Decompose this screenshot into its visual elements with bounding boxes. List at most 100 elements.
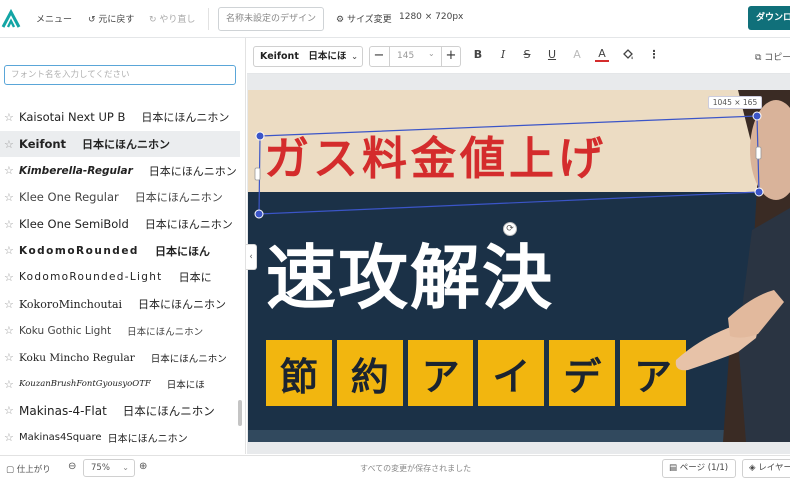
font-name: Koku Mincho Regular — [19, 351, 135, 364]
menu-button[interactable]: メニュー — [36, 12, 72, 25]
font-size-input[interactable]: 145 — [397, 51, 414, 61]
font-color-icon[interactable]: A — [595, 46, 609, 62]
selection-box[interactable] — [254, 111, 764, 219]
star-icon[interactable]: ☆ — [4, 191, 16, 204]
font-list-item[interactable]: ☆ Koku Gothic Light 日本にほんニホン — [0, 318, 240, 345]
font-size-stepper: − 145 ⌄ + — [369, 46, 461, 67]
font-sample: 日本にほんニホン — [82, 138, 171, 152]
font-name: Klee One Regular — [19, 190, 119, 205]
logo-icon[interactable] — [0, 8, 22, 30]
font-sample: 日本にほんニホン — [138, 298, 227, 312]
minus-icon[interactable]: − — [373, 48, 385, 63]
star-icon[interactable]: ☆ — [4, 164, 16, 177]
star-icon[interactable]: ☆ — [4, 298, 16, 311]
tile: デ — [549, 340, 616, 406]
font-name: KodomoRounded — [19, 244, 139, 257]
font-search-input[interactable]: フォント名を入力してください — [4, 65, 236, 85]
underline-icon[interactable]: U — [545, 48, 559, 61]
star-icon[interactable]: ☆ — [4, 271, 16, 284]
strikethrough-icon[interactable]: S — [520, 48, 534, 61]
stepper-divider — [441, 47, 442, 66]
pages-button[interactable]: ▤ ページ (1/1) — [662, 459, 736, 478]
toolbar-divider — [208, 8, 209, 30]
font-list-item[interactable]: ☆ KouzanBrushFontGyousyoOTF 日本にほ — [0, 371, 240, 398]
font-name: Keifont — [19, 137, 67, 152]
redo-button[interactable]: ↻ やり直し — [149, 12, 195, 25]
font-name: Kaisotai Next UP B — [19, 110, 126, 125]
font-list-item[interactable]: ☆ Kaisotai Next UP B 日本にほんニホン — [0, 104, 240, 131]
font-list-item[interactable]: ☆ Makinas-4-Flat 日本にほんニホン — [0, 398, 240, 425]
text-effect-icon[interactable]: A — [570, 48, 584, 61]
font-list-item[interactable]: ☆ KodomoRounded-Light 日本に — [0, 264, 240, 291]
star-icon[interactable]: ☆ — [4, 244, 16, 257]
font-list-item[interactable]: ☆ KodomoRounded 日本にほん — [0, 237, 240, 264]
star-icon[interactable]: ☆ — [4, 378, 16, 391]
chevron-down-icon: ⌄ — [428, 49, 435, 58]
finish-icon: ▢ — [6, 465, 17, 475]
copy-icon: ⧉ — [755, 53, 765, 63]
tile: ア — [407, 340, 474, 406]
font-sample: 日本にほ — [166, 380, 205, 392]
layers-button[interactable]: ◈ レイヤー — [742, 459, 790, 478]
font-list-item[interactable]: ☆ KokoroMinchoutai 日本にほんニホン — [0, 291, 240, 318]
font-family-select[interactable]: Keifont 日本にほ ⌄ — [253, 46, 363, 67]
tile-row[interactable]: 節 約 ア イ デ ア — [266, 340, 686, 406]
star-icon[interactable]: ☆ — [4, 431, 16, 444]
resize-handle[interactable] — [754, 187, 764, 197]
side-handle[interactable] — [254, 167, 261, 181]
font-sample: 日本にほんニホン — [134, 191, 223, 205]
undo-icon: ↺ — [88, 15, 99, 25]
font-list-item[interactable]: ☆ Klee One Regular 日本にほんニホン — [0, 184, 240, 211]
font-list-item-selected[interactable]: ☆ Keifont 日本にほんニホン — [0, 130, 240, 158]
save-status: すべての変更が保存されました — [360, 464, 472, 473]
resize-handle[interactable] — [255, 131, 265, 141]
copy-button[interactable]: ⧉ コピー — [755, 50, 790, 63]
star-icon[interactable]: ☆ — [4, 138, 16, 151]
font-list-item[interactable]: ☆ Klee One SemiBold 日本にほんニホン — [0, 211, 240, 238]
download-button[interactable]: ダウンロ — [748, 6, 790, 30]
star-icon[interactable]: ☆ — [4, 218, 16, 231]
redo-label: やり直し — [159, 15, 196, 25]
plus-icon[interactable]: + — [445, 48, 457, 63]
copy-label: コピー — [764, 53, 790, 63]
zoom-select[interactable]: 75% ⌄ — [83, 459, 135, 477]
scrollbar-thumb[interactable] — [238, 400, 242, 426]
pages-label: ページ — [679, 463, 706, 473]
tile: 約 — [336, 340, 403, 406]
rotate-icon[interactable]: ⟳ — [503, 222, 517, 236]
redo-icon: ↻ — [149, 15, 160, 25]
finish-button[interactable]: ▢ 仕上がり — [6, 463, 51, 475]
font-sample: 日本にほんニホン — [127, 326, 204, 338]
star-icon[interactable]: ☆ — [4, 404, 16, 417]
star-icon[interactable]: ☆ — [4, 351, 16, 364]
font-list-item[interactable]: ☆ Kimberella-Regular 日本にほんニホン — [0, 157, 240, 184]
font-list-item[interactable]: ☆ Makinas4Square 日本にほんニホン — [0, 424, 240, 451]
more-icon[interactable]: ⋮ — [647, 48, 661, 61]
font-list-item[interactable]: ☆ Koku Mincho Regular 日本にほんニホン — [0, 344, 240, 371]
zoom-out-icon[interactable]: ⊖ — [68, 461, 76, 472]
resize-button[interactable]: ⚙ サイズ変更 — [336, 12, 392, 25]
chevron-down-icon: ⌄ — [351, 52, 358, 61]
font-name: Klee One SemiBold — [19, 217, 129, 232]
zoom-in-icon[interactable]: ⊕ — [139, 461, 147, 472]
chevron-down-icon: ⌄ — [122, 463, 129, 472]
chevron-left-icon[interactable]: ‹ — [246, 244, 257, 270]
italic-icon[interactable]: I — [496, 48, 510, 61]
font-name: KodomoRounded-Light — [19, 271, 163, 284]
star-icon[interactable]: ☆ — [4, 111, 16, 124]
resize-handle[interactable] — [752, 111, 762, 121]
selection-size-tag: 1045 × 165 — [708, 96, 762, 109]
tile: イ — [478, 340, 545, 406]
undo-button[interactable]: ↺ 元に戻す — [88, 12, 134, 25]
resize-handle[interactable] — [254, 209, 264, 219]
bold-icon[interactable]: B — [471, 48, 485, 61]
side-handle[interactable] — [755, 146, 762, 160]
layers-icon: ◈ — [749, 463, 759, 473]
star-icon[interactable]: ☆ — [4, 324, 16, 337]
headline-white-text[interactable]: 速攻解決 — [266, 222, 554, 323]
fill-icon[interactable] — [621, 48, 635, 62]
zoom-value: 75% — [91, 463, 110, 473]
design-name-field[interactable]: 名称未設定のデザイン — [218, 7, 324, 31]
resize-label: サイズ変更 — [346, 15, 392, 25]
finish-label: 仕上がり — [16, 465, 51, 475]
